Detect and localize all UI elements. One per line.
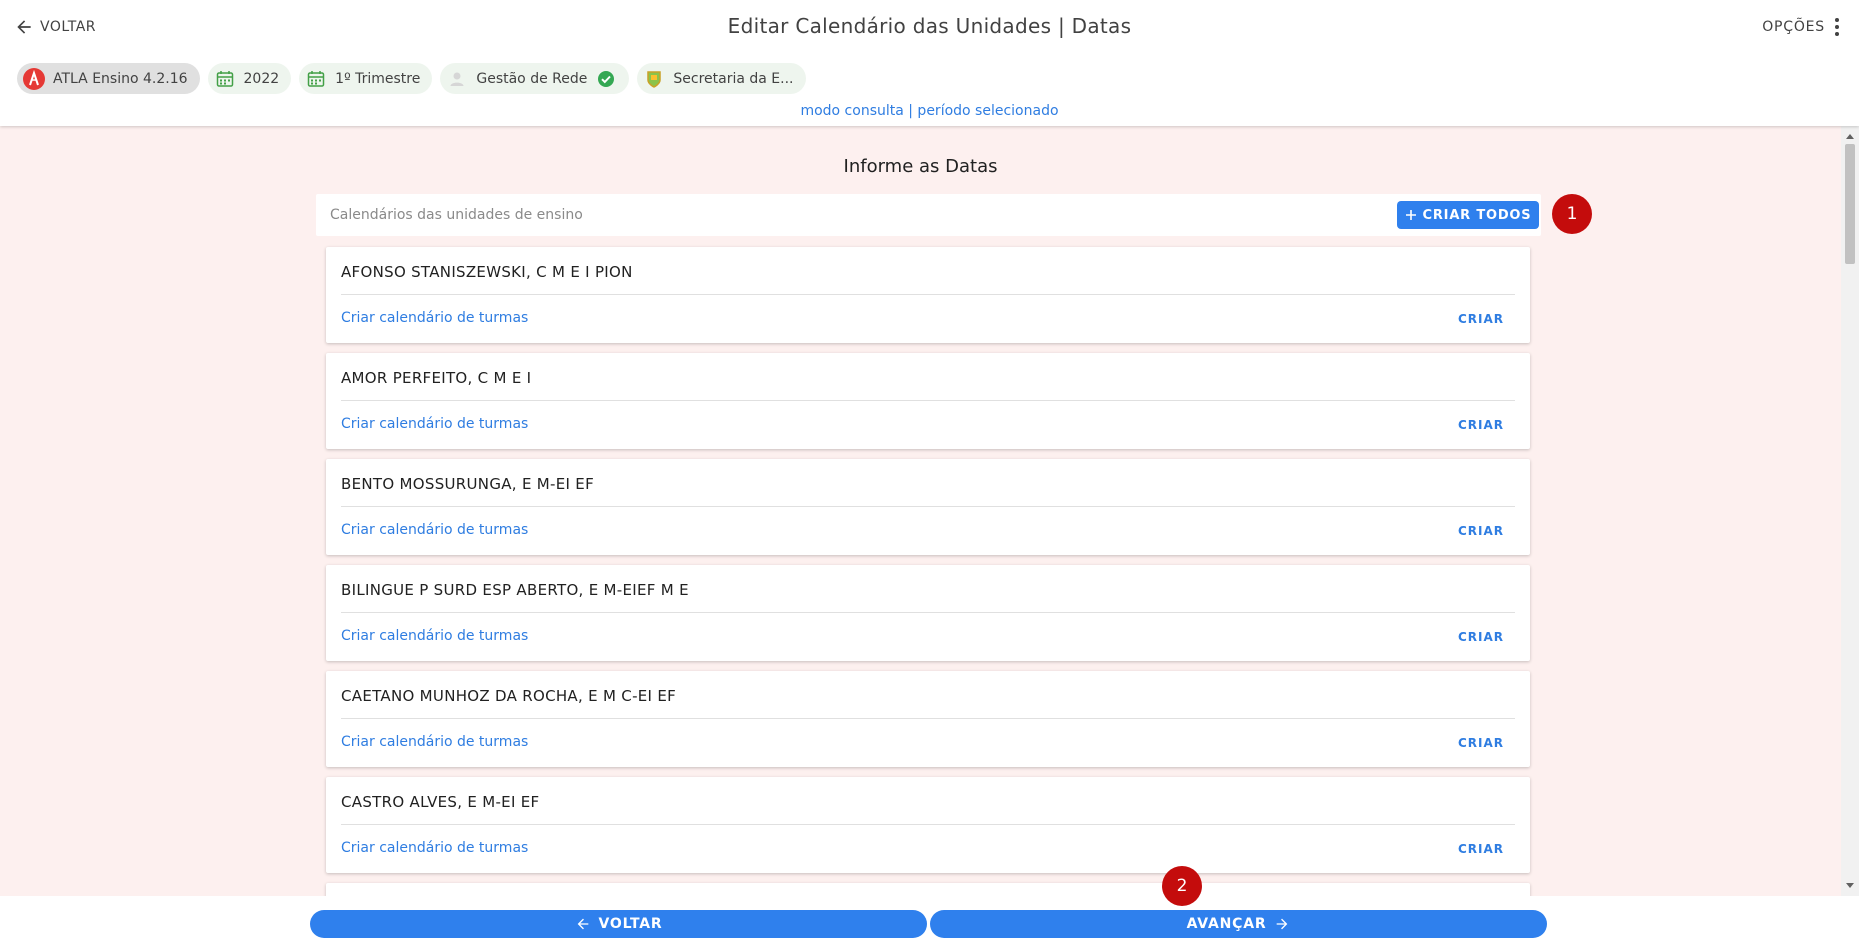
- options-label: OPÇÕES: [1762, 19, 1825, 35]
- criar-button[interactable]: CRIAR: [1458, 524, 1504, 538]
- chip-year[interactable]: 2022: [207, 63, 292, 94]
- scroll-down-arrow-icon[interactable]: [1846, 883, 1854, 888]
- chip-label: Gestão de Rede: [476, 70, 588, 87]
- arrow-right-icon: [1277, 918, 1288, 930]
- create-class-calendar-link[interactable]: Criar calendário de turmas: [341, 628, 528, 644]
- footer-next-button[interactable]: AVANÇAR: [930, 910, 1547, 938]
- section-title: Informe as Datas: [843, 156, 998, 177]
- app-header: VOLTAR Editar Calendário das Unidades | …: [0, 0, 1859, 126]
- unit-name: AMOR PERFEITO, C M E I: [341, 369, 532, 387]
- step-badge-2: 2: [1162, 866, 1202, 906]
- divider: [341, 294, 1515, 295]
- unit-card: BILINGUE P SURD ESP ABERTO, E M-EIEF M E…: [326, 565, 1530, 661]
- arrow-left-icon: [577, 918, 588, 930]
- person-icon: [446, 68, 468, 90]
- footer-back-label: VOLTAR: [598, 916, 663, 932]
- chip-label: 2022: [243, 70, 280, 87]
- divider: [341, 718, 1515, 719]
- footer-bar: VOLTAR AVANÇAR: [0, 896, 1859, 951]
- chip-label: 1º Trimestre: [335, 70, 421, 87]
- unit-name: CASTRO ALVES, E M-EI EF: [341, 793, 540, 811]
- calendar-icon: [305, 68, 327, 90]
- criar-button[interactable]: CRIAR: [1458, 312, 1504, 326]
- chip-unit[interactable]: Secretaria da E...: [637, 63, 806, 94]
- unit-card-list: AFONSO STANISZEWSKI, C M E I PION Criar …: [326, 247, 1530, 896]
- plus-icon: [1405, 210, 1416, 220]
- criar-todos-label: CRIAR TODOS: [1422, 207, 1532, 223]
- context-chips: ATLA Ensino 4.2.16 2022 1º Trimestre Ges…: [17, 63, 806, 94]
- criar-button[interactable]: CRIAR: [1458, 630, 1504, 644]
- footer-back-button[interactable]: VOLTAR: [310, 910, 927, 938]
- chip-system-version[interactable]: ATLA Ensino 4.2.16: [17, 63, 200, 94]
- mode-link-text[interactable]: modo consulta | período selecionado: [800, 103, 1058, 119]
- create-class-calendar-link[interactable]: Criar calendário de turmas: [341, 416, 528, 432]
- search-input[interactable]: [330, 202, 1130, 228]
- criar-button[interactable]: CRIAR: [1458, 842, 1504, 856]
- more-vertical-icon: [1835, 18, 1839, 36]
- divider: [341, 506, 1515, 507]
- mode-link[interactable]: modo consulta | período selecionado: [0, 103, 1859, 119]
- criar-button[interactable]: CRIAR: [1458, 418, 1504, 432]
- atla-logo-icon: [23, 67, 45, 90]
- chip-label: ATLA Ensino 4.2.16: [53, 70, 188, 87]
- calendar-icon: [214, 68, 236, 90]
- criar-button[interactable]: CRIAR: [1458, 736, 1504, 750]
- create-class-calendar-link[interactable]: Criar calendário de turmas: [341, 310, 528, 326]
- divider: [341, 824, 1515, 825]
- unit-name: CAETANO MUNHOZ DA ROCHA, E M C-EI EF: [341, 687, 677, 705]
- chip-period[interactable]: 1º Trimestre: [299, 63, 433, 94]
- unit-card-partial: [326, 883, 1530, 896]
- create-class-calendar-link[interactable]: Criar calendário de turmas: [341, 522, 528, 538]
- divider: [341, 400, 1515, 401]
- criar-todos-button[interactable]: CRIAR TODOS: [1397, 201, 1539, 229]
- unit-card: AFONSO STANISZEWSKI, C M E I PION Criar …: [326, 247, 1530, 343]
- chip-label: Secretaria da E...: [673, 70, 794, 87]
- unit-card: AMOR PERFEITO, C M E I Criar calendário …: [326, 353, 1530, 449]
- page-title: Editar Calendário das Unidades | Datas: [727, 14, 1132, 38]
- crest-icon: [643, 68, 665, 90]
- chip-role[interactable]: Gestão de Rede: [440, 63, 630, 94]
- vertical-scrollbar[interactable]: [1841, 126, 1859, 896]
- create-class-calendar-link[interactable]: Criar calendário de turmas: [341, 840, 528, 856]
- main-content: Informe as Datas CRIAR TODOS AFONSO STAN…: [0, 126, 1841, 896]
- scroll-thumb[interactable]: [1845, 144, 1855, 264]
- search-bar: CRIAR TODOS: [316, 194, 1541, 236]
- footer-next-label: AVANÇAR: [1186, 916, 1267, 932]
- check-circle-icon: [595, 68, 617, 90]
- unit-card: BENTO MOSSURUNGA, E M-EI EF Criar calend…: [326, 459, 1530, 555]
- unit-name: BENTO MOSSURUNGA, E M-EI EF: [341, 475, 595, 493]
- unit-card: CASTRO ALVES, E M-EI EF Criar calendário…: [326, 777, 1530, 873]
- step-badge-1: 1: [1552, 194, 1592, 234]
- options-menu-button[interactable]: OPÇÕES: [1762, 14, 1839, 40]
- create-class-calendar-link[interactable]: Criar calendário de turmas: [341, 734, 528, 750]
- unit-name: AFONSO STANISZEWSKI, C M E I PION: [341, 263, 633, 281]
- unit-name: BILINGUE P SURD ESP ABERTO, E M-EIEF M E: [341, 581, 689, 599]
- divider: [341, 612, 1515, 613]
- scroll-up-arrow-icon[interactable]: [1846, 134, 1854, 139]
- unit-card: CAETANO MUNHOZ DA ROCHA, E M C-EI EF Cri…: [326, 671, 1530, 767]
